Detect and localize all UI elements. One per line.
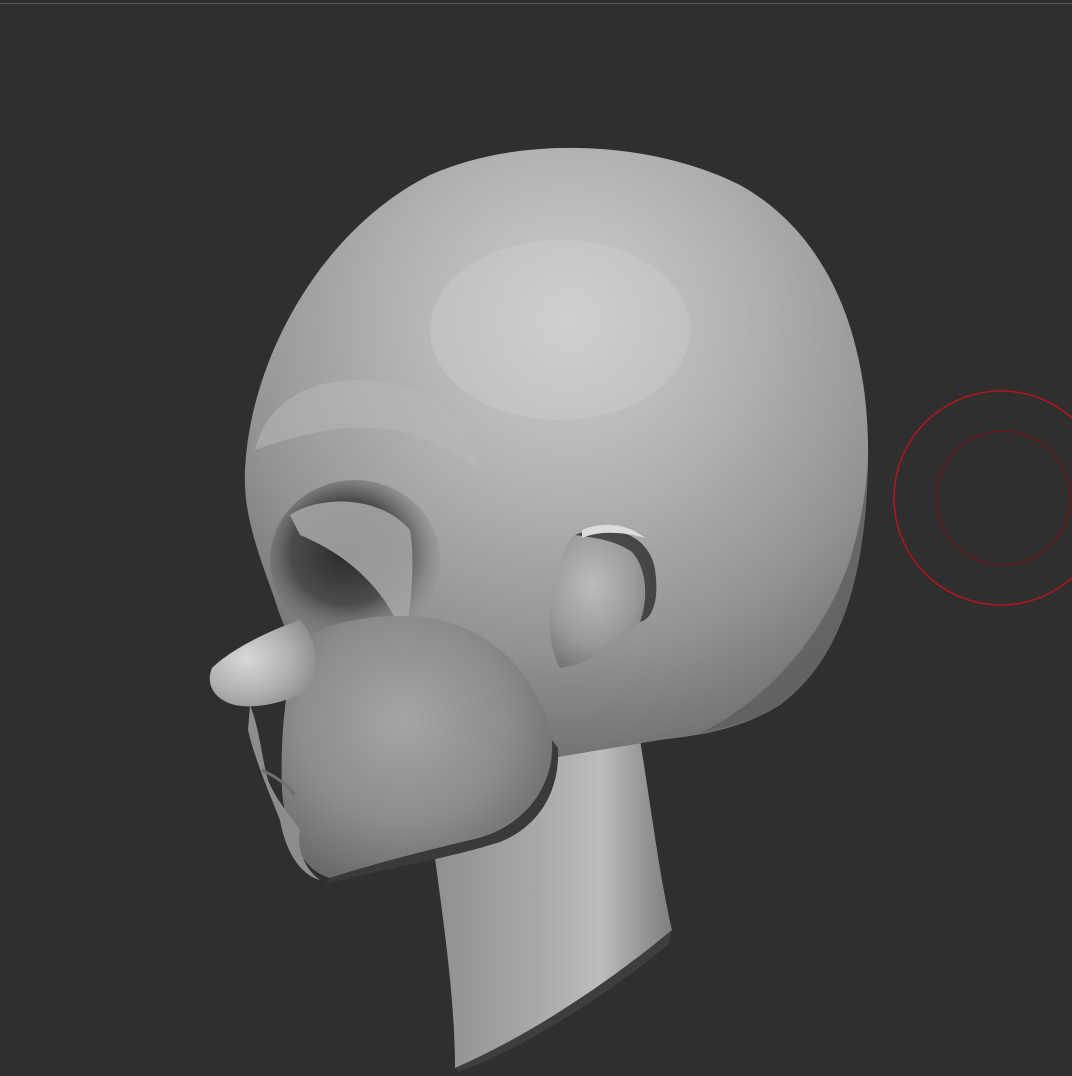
- model-nose: [209, 620, 316, 707]
- forehead-highlight: [430, 240, 690, 420]
- sculpt-canvas[interactable]: [0, 0, 1072, 1076]
- sculpt-viewport[interactable]: [0, 0, 1072, 1076]
